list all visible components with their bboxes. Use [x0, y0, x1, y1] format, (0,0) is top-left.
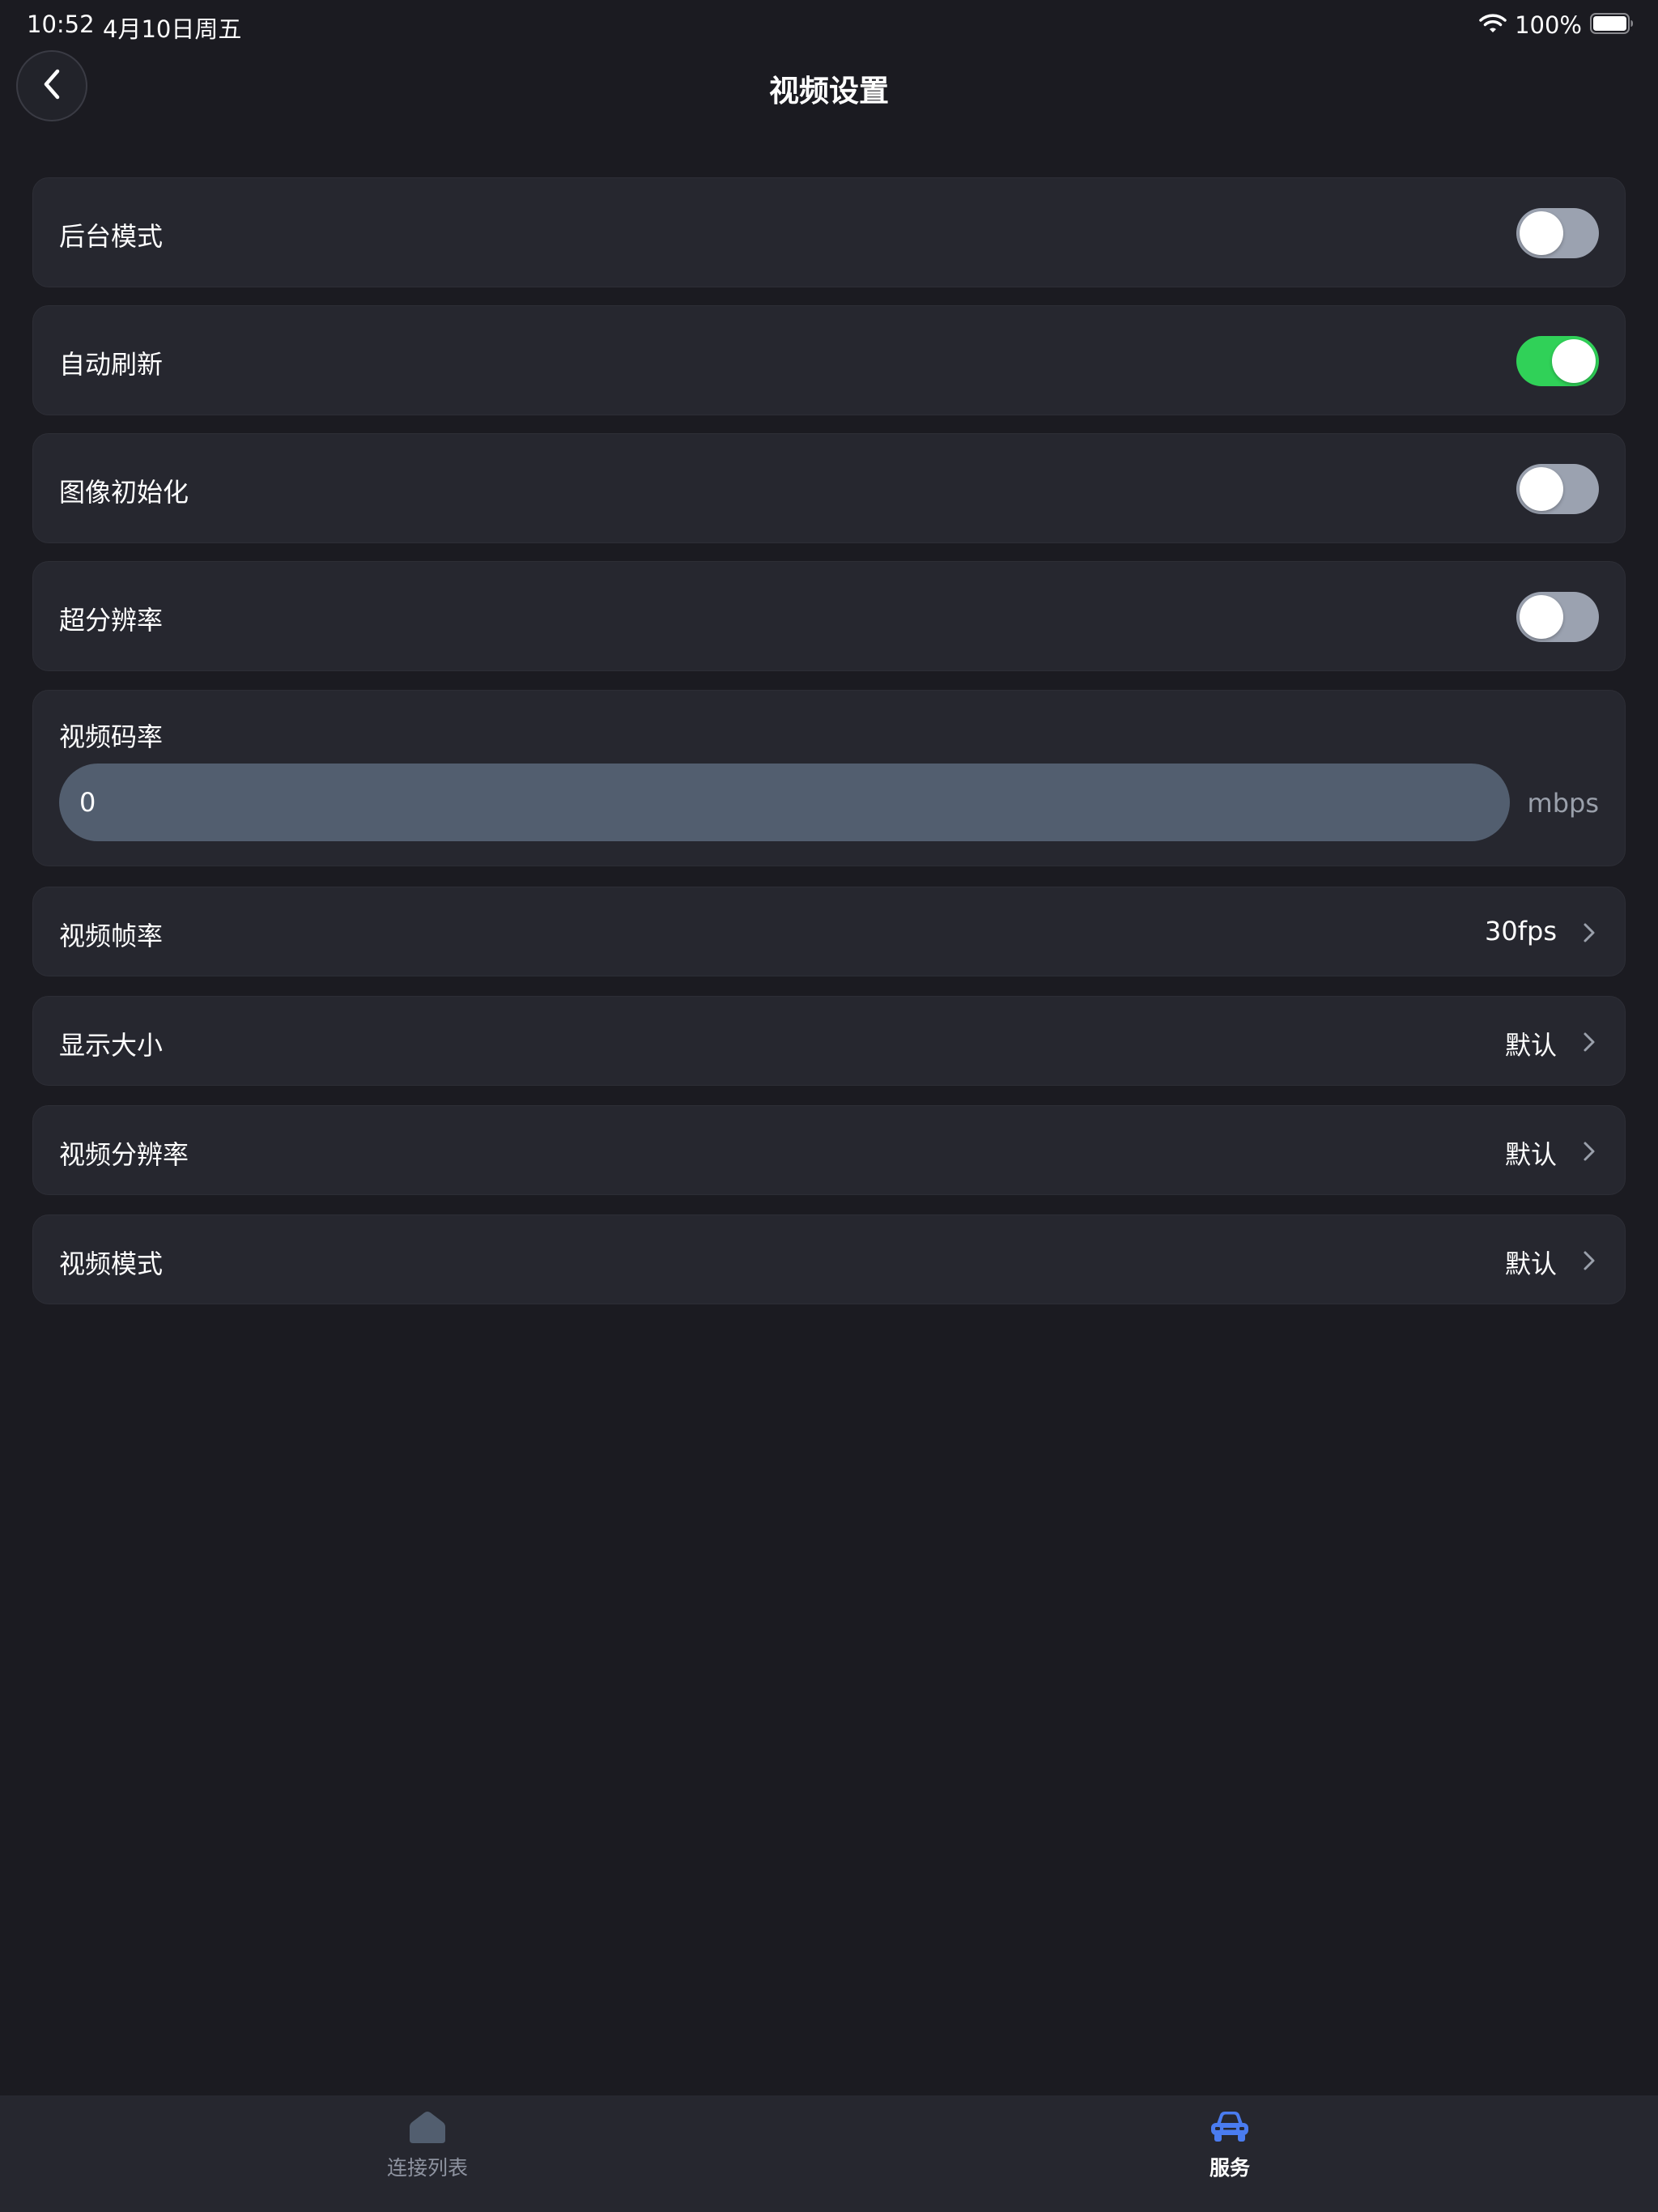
row-label: 视频帧率 — [59, 921, 164, 951]
option-row-video-resolution[interactable]: 视频分辨率 默认 — [32, 1105, 1626, 1195]
option-row-display-size[interactable]: 显示大小 默认 — [32, 996, 1626, 1086]
battery-icon — [1590, 13, 1634, 37]
toggle-row-auto-refresh: 自动刷新 — [32, 305, 1626, 415]
status-date: 4月10日周五 — [103, 15, 242, 43]
option-value: 30fps — [1485, 916, 1557, 946]
toggle-row-super-resolution: 超分辨率 — [32, 561, 1626, 671]
option-value: 默认 — [1504, 1249, 1557, 1279]
tab-connection-list[interactable]: 连接列表 — [306, 2095, 549, 2193]
toggle-row-image-init: 图像初始化 — [32, 433, 1626, 543]
row-label: 显示大小 — [59, 1030, 164, 1061]
bitrate-card: 视频码率 mbps — [32, 690, 1626, 866]
battery-percent: 100% — [1515, 11, 1582, 39]
toggle-row-background-mode: 后台模式 — [32, 177, 1626, 287]
tab-bar: 连接列表 服务 — [0, 2095, 1658, 2212]
page-title: 视频设置 — [769, 74, 889, 108]
row-label: 后台模式 — [59, 221, 164, 252]
toggle-knob — [1520, 211, 1563, 255]
toggle-knob — [1520, 595, 1563, 639]
bitrate-label: 视频码率 — [59, 721, 164, 752]
status-bar: 10:52 4月10日周五 100% — [0, 0, 1658, 50]
auto-refresh-toggle[interactable] — [1516, 336, 1599, 386]
car-icon — [1210, 2110, 1249, 2146]
image-init-toggle[interactable] — [1516, 464, 1599, 514]
home-icon — [409, 2110, 446, 2147]
option-row-frame-rate[interactable]: 视频帧率 30fps — [32, 887, 1626, 976]
chevron-right-icon — [1581, 921, 1597, 945]
option-value: 默认 — [1504, 1030, 1557, 1061]
toggle-knob — [1520, 467, 1563, 511]
row-label: 自动刷新 — [59, 349, 164, 380]
status-right: 100% — [1479, 11, 1634, 40]
tab-service[interactable]: 服务 — [1108, 2095, 1351, 2193]
tab-label: 服务 — [1209, 2156, 1250, 2180]
row-label: 视频分辨率 — [59, 1139, 189, 1170]
chevron-right-icon — [1581, 1249, 1597, 1273]
toggle-knob — [1552, 339, 1596, 383]
tab-label: 连接列表 — [386, 2156, 468, 2180]
background-mode-toggle[interactable] — [1516, 208, 1599, 258]
option-value: 默认 — [1504, 1139, 1557, 1170]
status-time: 10:52 — [27, 11, 95, 38]
bitrate-unit: mbps — [1527, 788, 1599, 819]
wifi-icon — [1479, 13, 1507, 37]
row-label: 图像初始化 — [59, 477, 189, 508]
row-label: 视频模式 — [59, 1249, 164, 1279]
chevron-right-icon — [1581, 1139, 1597, 1163]
super-resolution-toggle[interactable] — [1516, 592, 1599, 642]
option-row-video-mode[interactable]: 视频模式 默认 — [32, 1214, 1626, 1304]
chevron-right-icon — [1581, 1030, 1597, 1054]
nav-bar: 视频设置 — [0, 50, 1658, 125]
row-label: 超分辨率 — [59, 605, 164, 636]
bitrate-input[interactable] — [59, 764, 1510, 841]
